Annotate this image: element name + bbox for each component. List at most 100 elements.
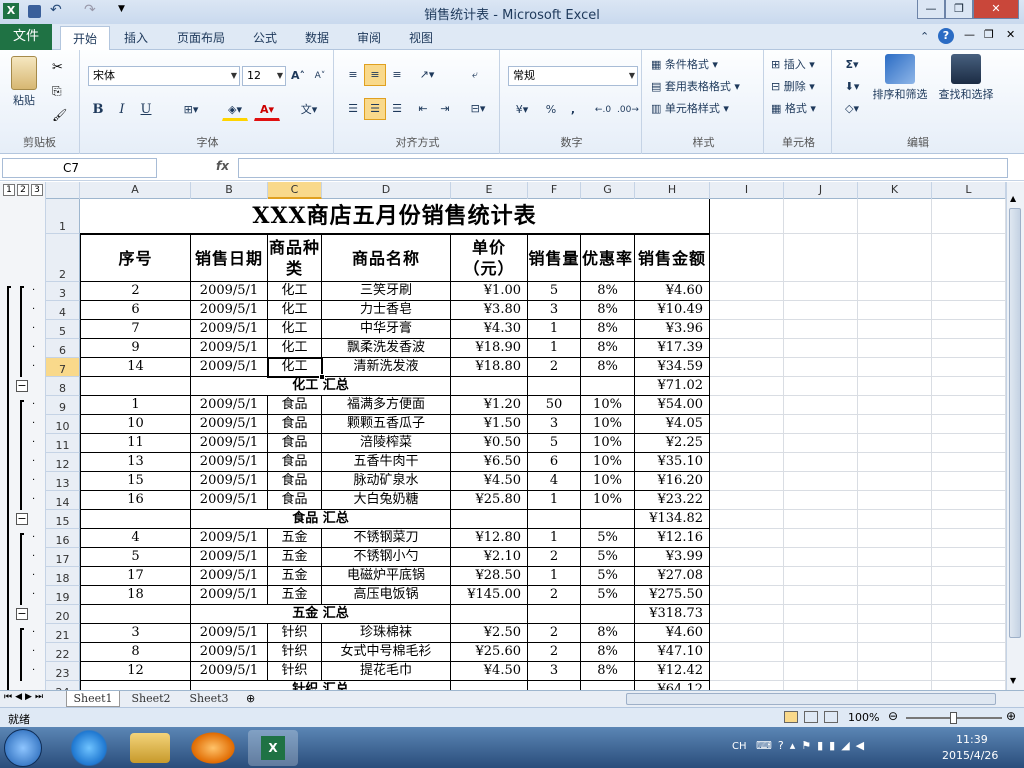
sheet-nav-icon[interactable]: ⏮◀▶⏭ — [4, 692, 46, 702]
table-cell[interactable]: 2 — [80, 282, 191, 301]
table-cell[interactable]: 8 — [80, 643, 191, 662]
name-box[interactable]: C7 — [2, 158, 157, 178]
table-cell[interactable]: ¥35.10 — [635, 453, 710, 472]
doc-minimize-icon[interactable]: — — [964, 28, 975, 41]
ie-icon[interactable] — [64, 730, 114, 766]
table-cell[interactable]: 7 — [80, 320, 191, 339]
column-header[interactable]: G — [581, 182, 635, 199]
row-header[interactable]: 9 — [46, 396, 80, 415]
column-title[interactable]: 优惠率 — [581, 234, 635, 282]
row-header[interactable]: 7 — [46, 358, 80, 377]
row-header[interactable]: 11 — [46, 434, 80, 453]
table-cell[interactable]: 5 — [80, 548, 191, 567]
column-title[interactable]: 单价（元） — [451, 234, 528, 282]
table-cell[interactable]: 10% — [581, 434, 635, 453]
table-cell[interactable]: 5% — [581, 529, 635, 548]
fill-icon[interactable]: ⬇▾ — [838, 76, 866, 98]
table-cell[interactable]: ¥4.60 — [635, 624, 710, 643]
table-cell[interactable]: 1 — [528, 567, 581, 586]
zoom-in-icon[interactable]: ⊕ — [1006, 709, 1016, 723]
table-cell[interactable]: ¥16.20 — [635, 472, 710, 491]
table-cell[interactable]: 2009/5/1 — [191, 624, 268, 643]
table-cell[interactable]: 2009/5/1 — [191, 396, 268, 415]
table-cell[interactable]: 不锈钢小勺 — [322, 548, 451, 567]
tab-insert[interactable]: 插入 — [114, 26, 158, 50]
column-header[interactable]: D — [322, 182, 451, 199]
font-size-select[interactable]: 12 ▼ — [242, 66, 286, 86]
subtotal-blank[interactable] — [581, 605, 635, 624]
table-cell[interactable]: ¥2.10 — [451, 548, 528, 567]
table-cell[interactable]: 3 — [528, 662, 581, 681]
table-cell[interactable]: 11 — [80, 434, 191, 453]
table-cell[interactable]: 14 — [80, 358, 191, 377]
subtotal-label[interactable]: 食品 汇总 — [191, 510, 451, 529]
table-cell[interactable]: ¥28.50 — [451, 567, 528, 586]
table-cell[interactable]: 化工 — [268, 339, 322, 358]
table-cell[interactable]: ¥0.50 — [451, 434, 528, 453]
phonetic-icon[interactable]: 文▾ — [296, 99, 322, 121]
row-header[interactable]: 3 — [46, 282, 80, 301]
table-cell[interactable]: 2009/5/1 — [191, 472, 268, 491]
table-cell[interactable]: ¥18.90 — [451, 339, 528, 358]
table-cell[interactable]: 2009/5/1 — [191, 586, 268, 605]
subtotal-amount[interactable]: ¥134.82 — [635, 510, 710, 529]
scroll-up-icon[interactable]: ▲ — [1010, 194, 1016, 203]
comma-button[interactable]: , — [564, 99, 582, 121]
table-cell[interactable]: ¥2.25 — [635, 434, 710, 453]
table-cell[interactable]: ¥4.60 — [635, 282, 710, 301]
table-cell[interactable]: 1 — [80, 396, 191, 415]
restore-button[interactable]: ❐ — [945, 0, 973, 19]
wrap-text-icon[interactable]: ⤶ — [464, 64, 486, 86]
table-cell[interactable]: 1 — [528, 320, 581, 339]
excel-taskbar-icon[interactable]: X — [248, 730, 298, 766]
table-cell[interactable]: ¥4.50 — [451, 472, 528, 491]
subtotal-label[interactable]: 针织 汇总 — [191, 681, 451, 690]
font-name-select[interactable]: 宋体 ▼ — [88, 66, 240, 86]
table-cell[interactable]: ¥25.60 — [451, 643, 528, 662]
table-cell[interactable]: 13 — [80, 453, 191, 472]
row-header[interactable]: 6 — [46, 339, 80, 358]
table-cell[interactable]: 2009/5/1 — [191, 529, 268, 548]
table-cell[interactable]: 中华牙膏 — [322, 320, 451, 339]
table-cell[interactable]: 颗颗五香瓜子 — [322, 415, 451, 434]
table-cell[interactable]: ¥18.80 — [451, 358, 528, 377]
table-cell[interactable]: 10% — [581, 396, 635, 415]
row-header[interactable]: 12 — [46, 453, 80, 472]
table-cell[interactable]: 5% — [581, 548, 635, 567]
table-cell[interactable]: 电磁炉平底锅 — [322, 567, 451, 586]
row-header[interactable]: 15 — [46, 510, 80, 529]
column-title[interactable]: 序号 — [80, 234, 191, 282]
table-cell[interactable]: 2 — [528, 358, 581, 377]
align-bottom-icon[interactable]: ≡ — [386, 64, 408, 86]
column-header[interactable]: B — [191, 182, 268, 199]
worksheet-grid[interactable]: XXX商店五月份销售统计表 序号 销售日期 商品种类 商品名称 单价（元） 销售量 优惠率 销售… — [80, 199, 1006, 690]
row-header[interactable]: 23 — [46, 662, 80, 681]
row-header[interactable]: 4 — [46, 301, 80, 320]
borders-icon[interactable]: ⊞▾ — [178, 99, 204, 121]
table-cell[interactable]: 8% — [581, 624, 635, 643]
orientation-icon[interactable]: ↗▾ — [414, 64, 440, 86]
table-cell[interactable]: 飘柔洗发香波 — [322, 339, 451, 358]
paste-button[interactable]: 粘贴 — [4, 56, 44, 108]
table-cell[interactable]: ¥17.39 — [635, 339, 710, 358]
column-title[interactable]: 销售量 — [528, 234, 581, 282]
table-cell[interactable]: 2009/5/1 — [191, 453, 268, 472]
table-cell[interactable]: 2009/5/1 — [191, 548, 268, 567]
scroll-down-icon[interactable]: ▼ — [1010, 676, 1016, 685]
formula-input[interactable] — [238, 158, 1008, 178]
tab-formulas[interactable]: 公式 — [244, 26, 286, 50]
table-cell[interactable]: 高压电饭锅 — [322, 586, 451, 605]
subtotal-amount[interactable]: ¥318.73 — [635, 605, 710, 624]
format-cells-button[interactable]: ▦ 格式 ▾ — [770, 98, 828, 120]
column-header[interactable]: F — [528, 182, 581, 199]
table-cell[interactable]: ¥12.80 — [451, 529, 528, 548]
table-cell[interactable]: 食品 — [268, 472, 322, 491]
table-cell[interactable]: ¥25.80 — [451, 491, 528, 510]
table-cell[interactable]: ¥10.49 — [635, 301, 710, 320]
table-cell[interactable]: 4 — [528, 472, 581, 491]
tab-view[interactable]: 视图 — [400, 26, 442, 50]
find-select-button[interactable]: 查找和选择 — [934, 54, 998, 102]
format-as-table-button[interactable]: ▤ 套用表格格式 ▾ — [650, 76, 762, 98]
table-cell[interactable]: 8% — [581, 643, 635, 662]
table-cell[interactable]: 化工 — [268, 282, 322, 301]
